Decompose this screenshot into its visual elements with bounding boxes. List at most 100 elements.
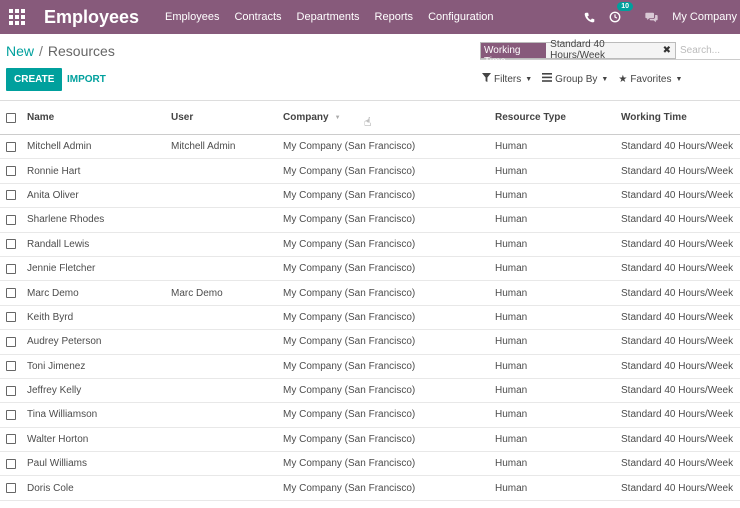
cell-name: Anita Oliver [27,189,79,201]
menu-employees[interactable]: Employees [165,11,219,23]
cell-resource-type: Human [495,287,528,299]
caret-down-icon: ▼ [675,75,683,83]
breadcrumb-parent-link[interactable]: New [6,43,34,59]
cell-company: My Company (San Francisco) [283,336,416,348]
row-select-cell [6,208,16,231]
select-all-cell [6,101,16,134]
favorites-dropdown[interactable]: ★ Favorites ▼ [618,73,682,85]
cell-name: Doris Cole [27,482,74,494]
search-input[interactable] [680,44,740,56]
table-row[interactable]: Sharlene Rhodes My Company (San Francisco… [0,208,740,233]
table-row[interactable]: Audrey Peterson My Company (San Francisco… [0,330,740,355]
create-button[interactable]: CREATE [6,68,63,91]
group-by-dropdown[interactable]: Group By ▼ [542,73,608,85]
cell-company: My Company (San Francisco) [283,238,416,250]
cell-working-time: Standard 40 Hours/Week [621,311,734,323]
row-checkbox[interactable] [6,190,16,201]
table-row[interactable]: Jeffrey Kelly My Company (San Francisco) H… [0,379,740,404]
row-checkbox[interactable] [6,409,16,420]
table-row[interactable]: Paul Williams My Company (San Francisco) H… [0,452,740,477]
table-row[interactable]: Mitchell Admin Mitchell Admin My Company (… [0,135,740,160]
table-row[interactable]: Jennie Fletcher My Company (San Francisco… [0,257,740,282]
menu-departments[interactable]: Departments [297,11,360,23]
activity-clock-icon[interactable]: 10 [609,2,633,23]
cell-name: Jennie Fletcher [27,263,96,275]
facet-remove-icon[interactable]: ✖ [663,45,671,56]
table-row[interactable]: Anita Oliver My Company (San Francisco) Hu… [0,184,740,209]
cell-company: My Company (San Francisco) [283,214,416,226]
row-checkbox[interactable] [6,385,16,396]
list-icon [542,73,553,85]
cell-company: My Company (San Francisco) [283,165,416,177]
cell-resource-type: Human [495,189,528,201]
facet-value: Standard 40 Hours/Week [550,39,605,61]
column-header-company[interactable]: Company ▼ [283,101,341,134]
cell-working-time: Standard 40 Hours/Week [621,458,734,470]
company-switcher[interactable]: My Company [672,11,737,23]
facet-label: Working Time [481,42,547,67]
row-checkbox[interactable] [6,483,16,494]
activity-count-badge: 10 [617,2,633,11]
row-checkbox[interactable] [6,336,16,347]
cell-company: My Company (San Francisco) [283,263,416,275]
apps-menu-icon[interactable] [0,0,34,34]
column-header-name[interactable]: Name [27,101,54,134]
breadcrumb-current: Resources [47,43,115,59]
cell-company: My Company (San Francisco) [283,409,416,421]
table-row[interactable]: Doris Cole My Company (San Francisco) Huma… [0,476,740,501]
column-header-working-time[interactable]: Working Time [621,101,687,134]
table-row[interactable]: Toni Jimenez My Company (San Francisco) Hu… [0,355,740,379]
cell-resource-type: Human [495,482,528,494]
cell-resource-type: Human [495,165,528,177]
table-row[interactable]: Ronnie Hart My Company (San Francisco) Hum… [0,159,740,184]
table-row[interactable]: Tina Williamson My Company (San Francisco… [0,403,740,428]
messaging-chat-icon[interactable] [645,12,658,23]
row-checkbox[interactable] [6,361,16,372]
cell-resource-type: Human [495,263,528,275]
main-menu: Employees Contracts Departments Reports … [165,11,508,23]
app-title[interactable]: Employees [44,7,139,28]
import-button[interactable]: IMPORT [67,68,106,91]
cell-company: My Company (San Francisco) [283,433,416,445]
row-checkbox[interactable] [6,141,16,152]
cell-name: Tina Williamson [27,409,98,421]
cell-working-time: Standard 40 Hours/Week [621,238,734,250]
menu-configuration[interactable]: Configuration [428,11,493,23]
cell-working-time: Standard 40 Hours/Week [621,433,734,445]
row-select-cell [6,159,16,182]
breadcrumb: New / Resources [6,43,115,59]
column-header-resource-type[interactable]: Resource Type [495,101,566,134]
row-checkbox[interactable] [6,263,16,274]
group-by-label: Group By [555,73,598,85]
cell-name: Mitchell Admin [27,141,92,153]
table-row[interactable]: Randall Lewis My Company (San Francisco) H… [0,233,740,257]
funnel-icon [482,73,491,85]
cell-name: Randall Lewis [27,238,90,250]
row-select-cell [6,257,16,280]
cell-resource-type: Human [495,433,528,445]
column-header-user[interactable]: User [171,101,193,134]
row-select-cell [6,306,16,329]
table-row[interactable]: Walter Horton My Company (San Francisco) H… [0,428,740,453]
cell-resource-type: Human [495,385,528,397]
search-options: Filters ▼ Group By ▼ ★ Favorites ▼ [482,73,692,85]
table-row[interactable]: Keith Byrd My Company (San Francisco) Huma… [0,306,740,331]
row-checkbox[interactable] [6,288,16,299]
select-all-checkbox[interactable] [6,112,16,123]
filters-dropdown[interactable]: Filters ▼ [482,73,532,85]
menu-reports[interactable]: Reports [375,11,414,23]
row-checkbox[interactable] [6,434,16,445]
cell-working-time: Standard 40 Hours/Week [621,214,734,226]
menu-contracts[interactable]: Contracts [234,11,281,23]
phone-icon[interactable] [584,12,595,23]
row-checkbox[interactable] [6,214,16,225]
cell-name: Marc Demo [27,287,79,299]
cell-company: My Company (San Francisco) [283,311,416,323]
row-checkbox[interactable] [6,239,16,250]
cell-company: My Company (San Francisco) [283,360,416,372]
cell-name: Audrey Peterson [27,336,102,348]
table-row[interactable]: Marc Demo Marc Demo My Company (San Franci… [0,281,740,306]
row-checkbox[interactable] [6,458,16,469]
row-checkbox[interactable] [6,166,16,177]
row-checkbox[interactable] [6,312,16,323]
